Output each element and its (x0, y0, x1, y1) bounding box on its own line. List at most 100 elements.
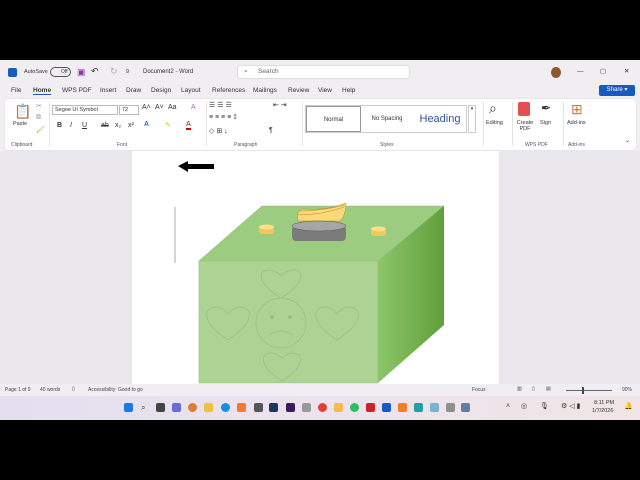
format-painter-icon[interactable]: 🖌 (36, 126, 45, 134)
redo-icon[interactable]: ↻ (110, 66, 118, 77)
whatsapp-icon[interactable] (350, 403, 359, 412)
add-ins-button[interactable]: Add-ins (567, 120, 586, 126)
zoom-slider[interactable] (566, 387, 612, 394)
vlc-icon[interactable] (398, 403, 407, 412)
font-size-select[interactable]: 72 (119, 105, 139, 115)
create-pdf-button[interactable]: Create PDF (515, 120, 535, 132)
file-explorer-icon[interactable] (204, 403, 213, 412)
close-button[interactable]: ✕ (624, 67, 629, 75)
tab-help[interactable]: Help (342, 87, 355, 94)
clock-time[interactable]: 8:11 PM (594, 400, 614, 406)
wifi-volume-battery-icon[interactable]: ⚙ ◁ ▮ (561, 402, 580, 410)
subscript-icon[interactable]: x₂ (115, 122, 121, 129)
web-layout-icon[interactable]: ▤ (546, 386, 551, 392)
save-icon[interactable]: ▣ (77, 67, 86, 78)
styles-more-button[interactable]: ▾ (468, 105, 476, 133)
app-icon[interactable] (414, 403, 423, 412)
cut-icon[interactable]: ✂ (36, 102, 42, 110)
tab-review[interactable]: Review (288, 87, 309, 94)
teams-icon[interactable] (172, 403, 181, 412)
autosave-toggle[interactable]: Off (50, 67, 71, 77)
app-icon[interactable] (302, 403, 311, 412)
font-name-select[interactable]: Segoe UI Symbol (52, 105, 118, 115)
avatar[interactable] (551, 67, 561, 78)
style-no-spacing[interactable]: No Spacing (362, 106, 412, 132)
read-mode-icon[interactable]: ▥ (517, 386, 522, 392)
minimize-button[interactable]: — (577, 68, 584, 75)
settings-icon[interactable] (461, 403, 470, 412)
collapse-ribbon-icon[interactable]: ⌄ (625, 137, 630, 144)
tab-home[interactable]: Home (33, 87, 52, 95)
app-icon[interactable] (254, 403, 263, 412)
change-case-icon[interactable]: Aa (168, 104, 177, 111)
print-layout-icon[interactable]: ▯ (532, 386, 535, 392)
style-heading[interactable]: Heading (412, 106, 468, 132)
add-ins-icon[interactable]: ⊞ (571, 101, 583, 118)
paste-button[interactable]: Paste (13, 121, 27, 127)
highlight-icon[interactable]: ✎ (165, 121, 171, 129)
underline-button[interactable]: U (82, 122, 87, 129)
editing-button[interactable]: Editing (486, 120, 503, 126)
wps-icon[interactable] (366, 403, 375, 412)
paste-icon[interactable]: 📋 (14, 103, 31, 120)
banknotes[interactable] (297, 202, 347, 222)
photoshop-icon[interactable] (269, 403, 278, 412)
superscript-icon[interactable]: x² (128, 122, 134, 129)
tab-mailings[interactable]: Mailings (253, 87, 277, 94)
shrink-font-icon[interactable]: A˅ (155, 104, 164, 111)
accessibility-status[interactable]: Accessibility: Good to go (88, 387, 143, 393)
chrome-icon[interactable] (318, 403, 327, 412)
align-icon[interactable]: ≡ ≡ ≡ ≡ ‡ (209, 114, 237, 121)
zoom-slider-thumb[interactable] (582, 387, 584, 394)
bullets-icon[interactable]: ☰ ☰ ☰ (209, 101, 232, 109)
zoom-level[interactable]: 90% (622, 387, 632, 393)
page-count[interactable]: Page 1 of 9 (5, 387, 31, 393)
tab-draw[interactable]: Draw (126, 87, 141, 94)
copilot-icon[interactable] (188, 403, 197, 412)
coin-slot-disc[interactable] (291, 220, 347, 241)
undo-icon[interactable]: ↶ (91, 66, 99, 77)
style-normal[interactable]: Normal (306, 106, 361, 132)
tab-file[interactable]: File (11, 87, 21, 94)
text-effects-icon[interactable]: A (144, 121, 149, 128)
strikethrough-icon[interactable]: ab (101, 122, 109, 129)
mic-icon[interactable]: 🎙 (540, 402, 549, 410)
indent-icon[interactable]: ⇤ ⇥ (273, 101, 287, 109)
document-page[interactable] (132, 151, 499, 384)
tab-design[interactable]: Design (151, 87, 171, 94)
quick-access-count[interactable]: 9 (126, 69, 129, 75)
task-view-icon[interactable] (156, 403, 165, 412)
tab-references[interactable]: References (212, 87, 245, 94)
restore-button[interactable]: ▢ (600, 67, 606, 75)
shading-borders-icon[interactable]: ◇ ⊞ ↓ (209, 127, 228, 135)
find-icon[interactable]: ⌕ (489, 100, 497, 117)
folder-icon[interactable] (334, 403, 343, 412)
tab-insert[interactable]: Insert (100, 87, 116, 94)
proofing-icon[interactable]: ▯ (72, 386, 75, 392)
clock-date[interactable]: 1/7/2026 (592, 408, 613, 414)
tab-layout[interactable]: Layout (181, 87, 201, 94)
app-icon[interactable] (446, 403, 455, 412)
left-arrow-icon[interactable] (178, 161, 214, 172)
grow-font-icon[interactable]: A˄ (142, 104, 151, 111)
bold-button[interactable]: B (57, 122, 62, 129)
coin-right[interactable] (371, 226, 386, 237)
notification-bell-icon[interactable]: 🔔 (624, 402, 633, 410)
word-count[interactable]: 40 words (40, 387, 60, 393)
word-taskbar-icon[interactable] (382, 403, 391, 412)
search-input[interactable]: ⌕ Search (237, 65, 410, 79)
sign-button[interactable]: Sign (540, 120, 551, 126)
copy-icon[interactable]: ⧉ (36, 114, 41, 122)
tray-chevron-icon[interactable]: ˄ (506, 403, 510, 410)
cube-front[interactable] (198, 260, 379, 384)
font-color-icon[interactable]: A (186, 121, 191, 130)
network-icon[interactable]: ◎ (521, 402, 527, 410)
italic-button[interactable]: I (70, 122, 72, 129)
create-pdf-icon[interactable] (518, 102, 530, 116)
search-taskbar-icon[interactable]: ⌕ (141, 403, 150, 412)
tab-view[interactable]: View (318, 87, 332, 94)
sign-icon[interactable]: ✒ (541, 101, 551, 115)
coin-left[interactable] (259, 224, 274, 235)
show-marks-button[interactable]: ¶ (269, 127, 273, 134)
app-icon[interactable] (237, 403, 246, 412)
